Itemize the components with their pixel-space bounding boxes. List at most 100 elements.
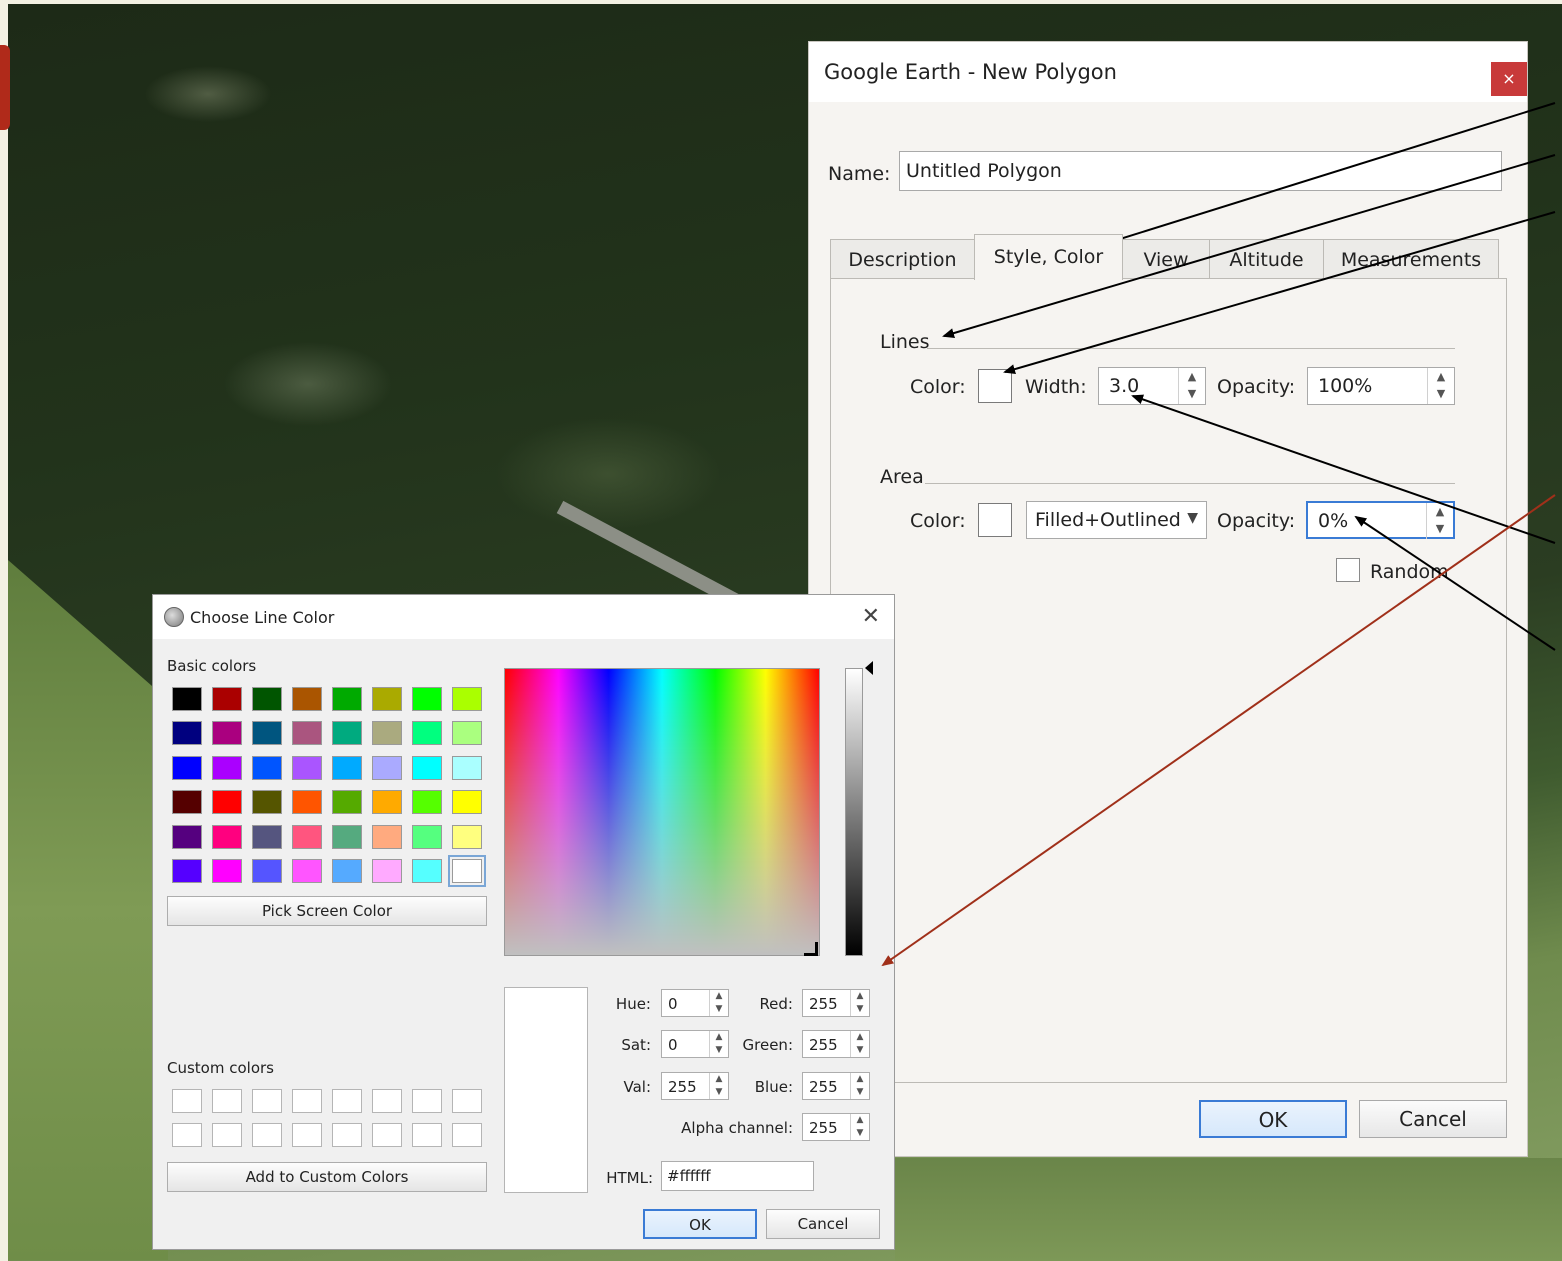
basic-color-swatch[interactable] [372,824,402,849]
spinner-arrows-icon[interactable]: ▲ ▼ [1178,368,1205,404]
basic-color-swatch[interactable] [252,687,282,711]
luminance-slider[interactable] [845,668,863,956]
custom-color-swatch[interactable] [372,1089,402,1113]
color-cancel-button[interactable]: Cancel [766,1209,880,1239]
random-checkbox[interactable] [1336,558,1360,582]
html-color-input[interactable] [661,1161,814,1191]
basic-color-swatch[interactable] [412,721,442,746]
red-spinner[interactable]: 255 ▲ ▼ [802,989,870,1017]
custom-color-swatch[interactable] [452,1123,482,1147]
basic-color-swatch[interactable] [292,687,322,711]
basic-color-swatch[interactable] [332,755,362,780]
tab-measurements[interactable]: Measurements [1323,239,1499,279]
custom-color-swatch[interactable] [332,1123,362,1147]
basic-color-swatch[interactable] [448,855,486,887]
basic-color-swatch[interactable] [332,687,362,711]
basic-color-swatch[interactable] [332,790,362,815]
custom-color-swatch[interactable] [452,1089,482,1113]
basic-color-swatch[interactable] [332,721,362,746]
tab-altitude[interactable]: Altitude [1209,239,1324,279]
basic-color-swatch[interactable] [172,721,202,746]
custom-color-swatch[interactable] [332,1089,362,1113]
basic-color-swatch[interactable] [212,755,242,780]
custom-color-swatch[interactable] [172,1089,202,1113]
basic-color-swatch[interactable] [412,790,442,815]
color-spectrum-picker[interactable] [504,668,820,956]
ok-button[interactable]: OK [1199,1100,1347,1138]
color-ok-button[interactable]: OK [643,1209,757,1239]
custom-color-swatch[interactable] [412,1089,442,1113]
basic-color-swatch[interactable] [372,790,402,815]
basic-color-swatch[interactable] [372,687,402,711]
tab-view[interactable]: View [1122,239,1210,279]
basic-color-swatch[interactable] [452,755,482,780]
area-mode-dropdown[interactable]: Filled+Outlined ▼ [1026,501,1207,539]
custom-color-swatch[interactable] [412,1123,442,1147]
custom-color-swatch[interactable] [172,1123,202,1147]
area-opacity-spinner[interactable]: 0% ▲ ▼ [1306,501,1455,539]
spinner-arrows-icon[interactable]: ▲ ▼ [850,1031,869,1057]
basic-color-swatch[interactable] [292,755,322,780]
tab-description[interactable]: Description [830,239,975,279]
basic-color-swatch[interactable] [172,755,202,780]
spinner-arrows-icon[interactable]: ▲ ▼ [850,1114,869,1140]
basic-color-swatch[interactable] [412,687,442,711]
basic-color-swatch[interactable] [292,790,322,815]
basic-color-swatch[interactable] [252,755,282,780]
spinner-arrows-icon[interactable]: ▲ ▼ [850,1073,869,1099]
sat-spinner[interactable]: 0 ▲ ▼ [661,1030,729,1058]
basic-color-swatch[interactable] [212,687,242,711]
basic-color-swatch[interactable] [412,824,442,849]
green-spinner[interactable]: 255 ▲ ▼ [802,1030,870,1058]
basic-color-swatch[interactable] [252,721,282,746]
spinner-arrows-icon[interactable]: ▲ ▼ [709,1031,728,1057]
custom-color-swatch[interactable] [372,1123,402,1147]
basic-color-swatch[interactable] [452,790,482,815]
spinner-arrows-icon[interactable]: ▲ ▼ [1426,503,1453,539]
basic-color-swatch[interactable] [292,721,322,746]
basic-color-swatch[interactable] [172,859,202,883]
basic-color-swatch[interactable] [172,824,202,849]
spinner-arrows-icon[interactable]: ▲ ▼ [709,990,728,1016]
custom-color-swatch[interactable] [292,1123,322,1147]
basic-color-swatch[interactable] [372,721,402,746]
custom-color-swatch[interactable] [212,1089,242,1113]
basic-color-swatch[interactable] [252,859,282,883]
basic-color-swatch[interactable] [212,790,242,815]
area-color-swatch[interactable] [978,503,1012,537]
basic-color-swatch[interactable] [252,790,282,815]
val-spinner[interactable]: 255 ▲ ▼ [661,1072,729,1100]
slider-arrow-icon[interactable] [865,661,873,675]
basic-color-swatch[interactable] [332,824,362,849]
alpha-spinner[interactable]: 255 ▲ ▼ [802,1113,870,1141]
line-opacity-spinner[interactable]: 100% ▲ ▼ [1307,367,1455,405]
custom-color-swatch[interactable] [252,1123,282,1147]
basic-color-swatch[interactable] [212,859,242,883]
line-width-spinner[interactable]: 3.0 ▲ ▼ [1098,367,1206,405]
basic-color-swatch[interactable] [412,755,442,780]
basic-color-swatch[interactable] [292,824,322,849]
basic-color-swatch[interactable] [452,721,482,746]
close-button[interactable]: × [1491,62,1527,96]
basic-color-swatch[interactable] [212,721,242,746]
basic-color-swatch[interactable] [172,790,202,815]
custom-color-swatch[interactable] [212,1123,242,1147]
basic-color-swatch[interactable] [452,687,482,711]
basic-color-swatch[interactable] [172,687,202,711]
custom-color-swatch[interactable] [252,1089,282,1113]
pick-screen-color-button[interactable]: Pick Screen Color [167,896,487,926]
basic-color-swatch[interactable] [372,859,402,883]
basic-color-swatch[interactable] [372,755,402,780]
line-color-swatch[interactable] [978,369,1012,403]
basic-color-swatch[interactable] [412,859,442,883]
name-input[interactable] [899,151,1502,191]
spectrum-crosshair[interactable] [804,942,818,956]
custom-color-swatch[interactable] [292,1089,322,1113]
basic-color-swatch[interactable] [332,859,362,883]
tab-style-color[interactable]: Style, Color [974,234,1123,280]
spinner-arrows-icon[interactable]: ▲ ▼ [709,1073,728,1099]
cancel-button[interactable]: Cancel [1359,1100,1507,1138]
hue-spinner[interactable]: 0 ▲ ▼ [661,989,729,1017]
basic-color-swatch[interactable] [292,859,322,883]
basic-color-swatch[interactable] [452,824,482,849]
